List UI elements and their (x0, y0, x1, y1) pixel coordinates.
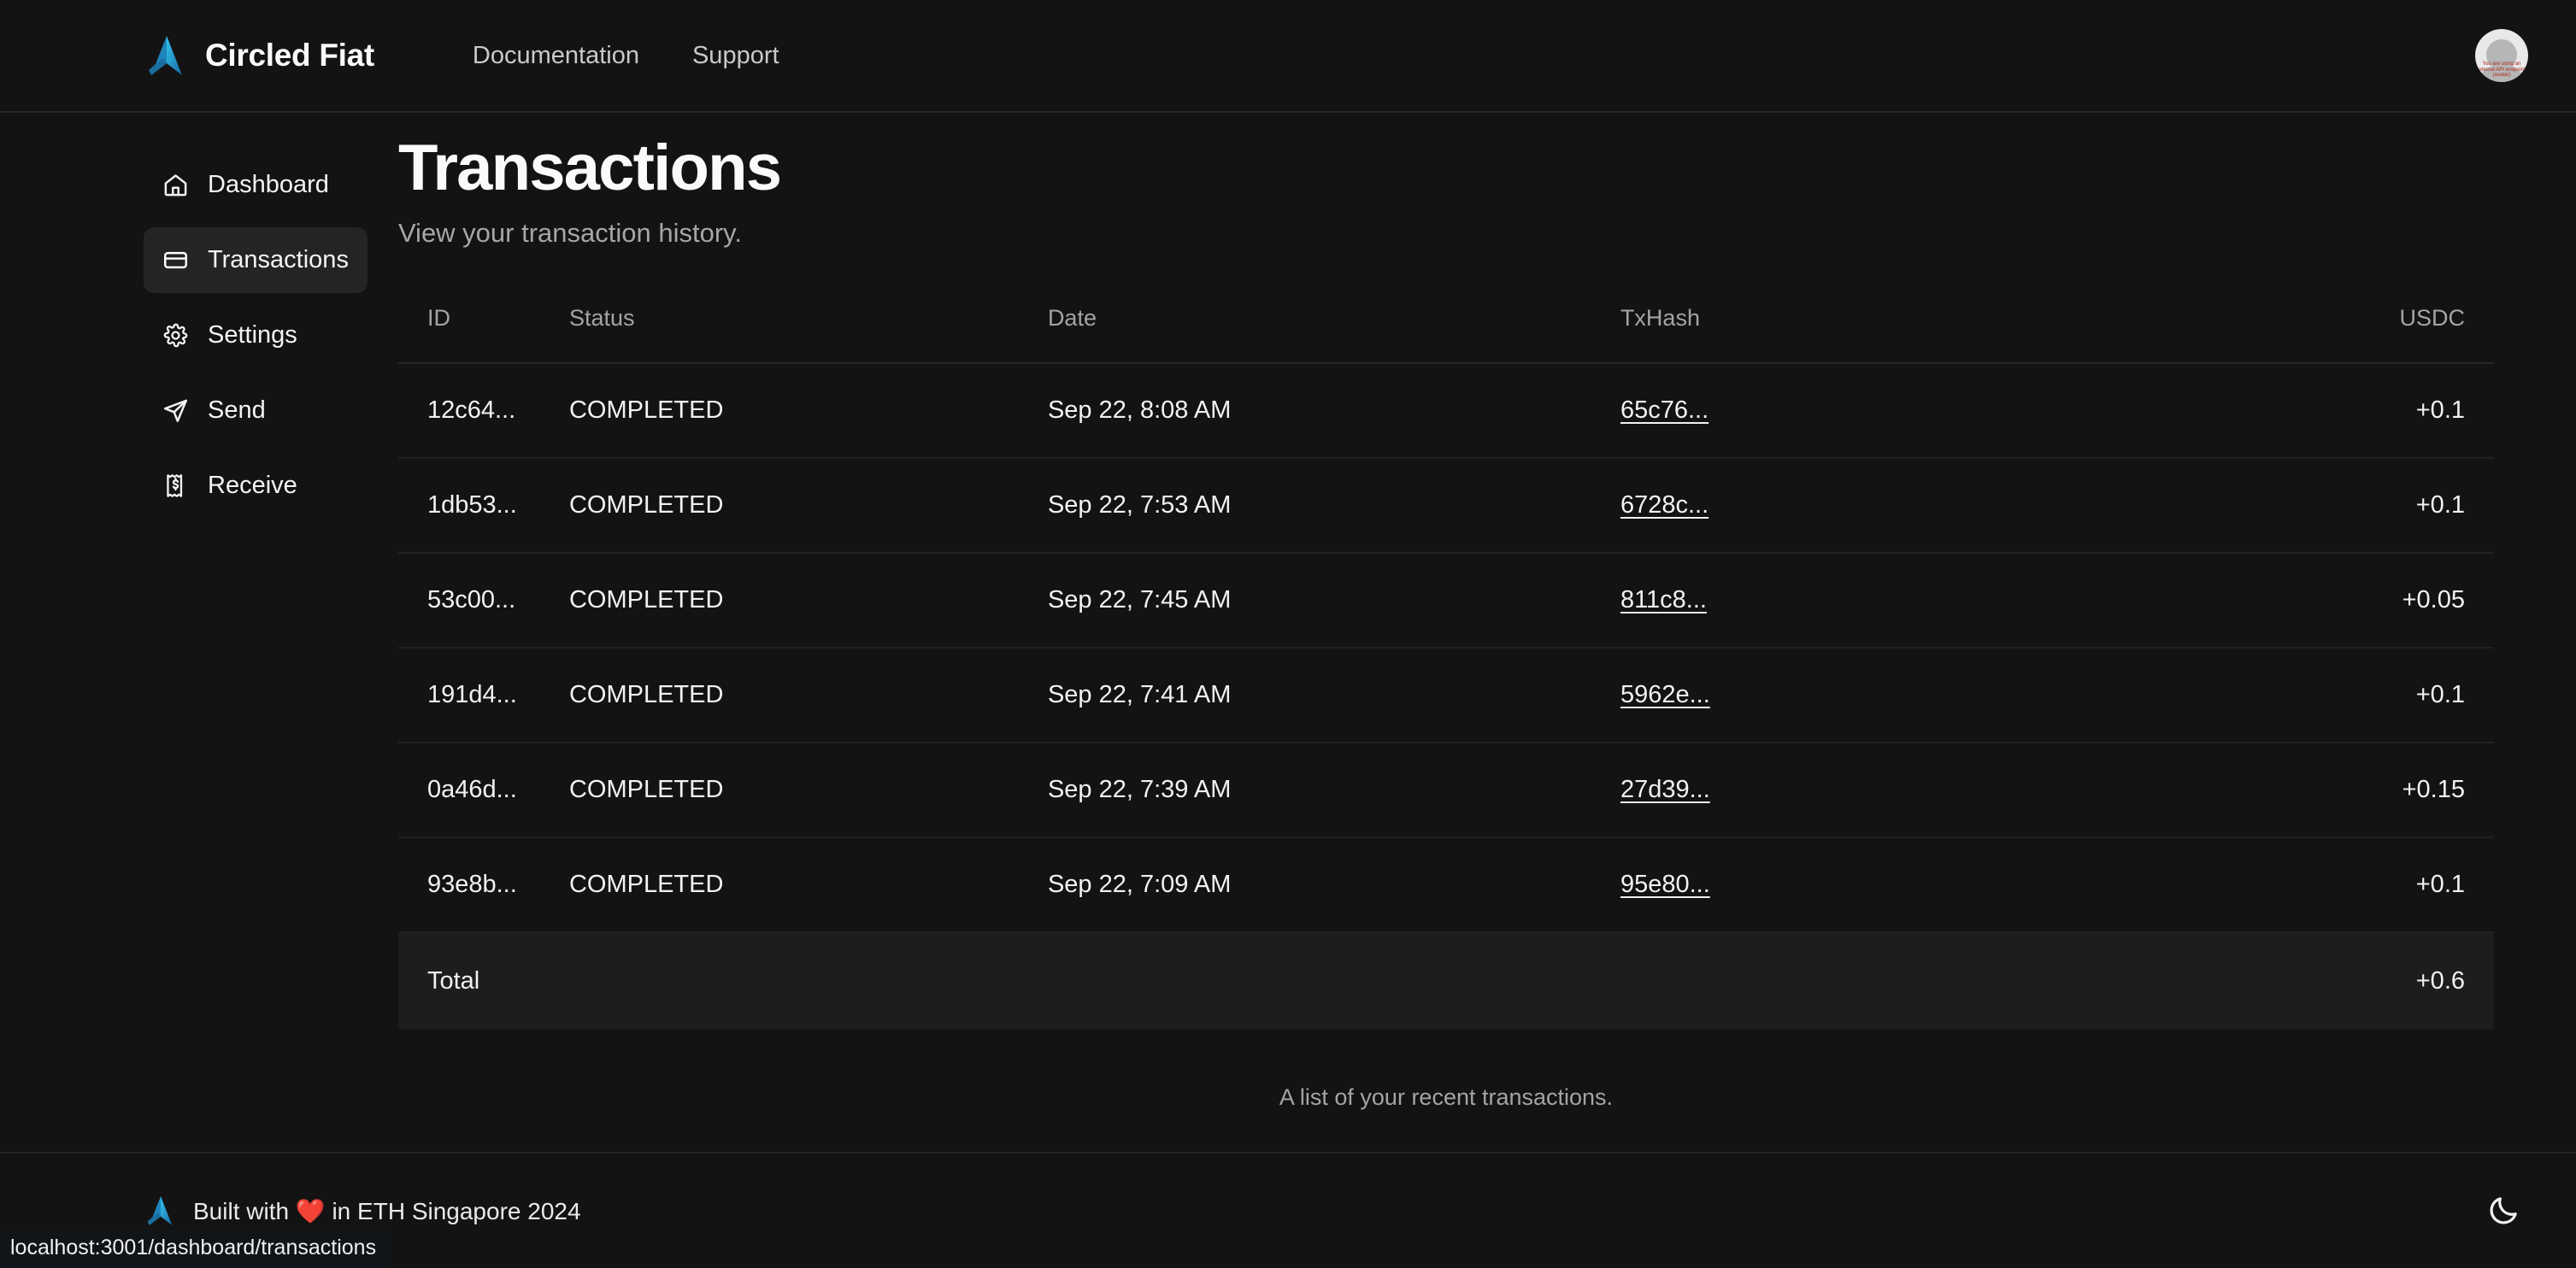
txhash-link[interactable]: 27d39... (1620, 776, 1710, 803)
column-header-usdc: USDC (2212, 305, 2494, 365)
moon-icon (2486, 1194, 2520, 1228)
cell-txhash: 95e80... (1620, 837, 2212, 934)
send-icon (162, 397, 189, 424)
cell-txhash: 65c76... (1620, 363, 2212, 460)
main-content: Transactions View your transaction histo… (397, 113, 2576, 1152)
cell-id: 0a46d... (397, 743, 569, 839)
txhash-link[interactable]: 6728c... (1620, 491, 1709, 519)
table-row[interactable]: 0a46d... COMPLETED Sep 22, 7:39 AM 27d39… (397, 743, 2494, 839)
column-header-id: ID (397, 305, 569, 365)
page-body: Dashboard Transactions Settings Send Rec… (0, 113, 2576, 1152)
cell-usdc: +0.1 (2212, 648, 2494, 744)
cell-txhash: 27d39... (1620, 743, 2212, 839)
table-row[interactable]: 53c00... COMPLETED Sep 22, 7:45 AM 811c8… (397, 553, 2494, 649)
table-header-row: ID Status Date TxHash USDC (397, 305, 2494, 365)
nav-link-support[interactable]: Support (692, 42, 779, 70)
sidebar: Dashboard Transactions Settings Send Rec… (0, 113, 398, 1152)
sidebar-item-receive[interactable]: Receive (144, 453, 368, 519)
cell-txhash: 5962e... (1620, 648, 2212, 744)
top-header: Circled Fiat Documentation Support You a… (0, 0, 2576, 113)
table-body: 12c64... COMPLETED Sep 22, 8:08 AM 65c76… (397, 363, 2494, 934)
table-caption: A list of your recent transactions. (1279, 1084, 1614, 1111)
table-row[interactable]: 12c64... COMPLETED Sep 22, 8:08 AM 65c76… (397, 363, 2494, 460)
table-footer: Total +0.6 (397, 932, 2494, 1030)
column-header-txhash: TxHash (1620, 305, 2212, 365)
arrow-logo-icon (144, 32, 190, 79)
sidebar-item-label: Settings (208, 321, 297, 349)
table-row[interactable]: 1db53... COMPLETED Sep 22, 7:53 AM 6728c… (397, 458, 2494, 555)
sidebar-item-dashboard[interactable]: Dashboard (144, 152, 368, 218)
txhash-link[interactable]: 5962e... (1620, 681, 1710, 708)
credit-card-icon (162, 247, 189, 273)
transactions-table: ID Status Date TxHash USDC 12c64... COMP… (397, 305, 2494, 1030)
sidebar-item-label: Dashboard (208, 171, 329, 198)
txhash-link[interactable]: 65c76... (1620, 396, 1709, 424)
cell-status: COMPLETED (568, 363, 1048, 460)
nav-link-documentation[interactable]: Documentation (473, 42, 639, 70)
cell-id: 191d4... (397, 648, 569, 744)
txhash-link[interactable]: 95e80... (1620, 871, 1710, 898)
cell-id: 1db53... (397, 458, 569, 555)
cell-status: COMPLETED (568, 458, 1048, 555)
app-root: Circled Fiat Documentation Support You a… (0, 0, 2576, 1268)
sidebar-item-label: Receive (208, 472, 297, 499)
cell-id: 12c64... (397, 363, 569, 460)
cell-date: Sep 22, 8:08 AM (1047, 363, 1620, 460)
cell-id: 93e8b... (397, 837, 569, 934)
receipt-icon (162, 473, 189, 499)
sidebar-item-label: Transactions (208, 246, 349, 273)
cell-usdc: +0.15 (2212, 743, 2494, 839)
arrow-logo-icon (144, 1194, 178, 1228)
cell-usdc: +0.1 (2212, 458, 2494, 555)
sidebar-item-settings[interactable]: Settings (144, 302, 368, 368)
sidebar-item-send[interactable]: Send (144, 378, 368, 443)
brand-name: Circled Fiat (205, 38, 374, 73)
cell-usdc: +0.1 (2212, 837, 2494, 934)
cell-date: Sep 22, 7:39 AM (1047, 743, 1620, 839)
footer-brand: Built with ❤️ in ETH Singapore 2024 (144, 1194, 581, 1228)
footer-text: Built with ❤️ in ETH Singapore 2024 (193, 1197, 581, 1224)
sidebar-item-transactions[interactable]: Transactions (144, 227, 368, 293)
column-header-date: Date (1047, 305, 1620, 365)
theme-toggle-button[interactable] (2479, 1186, 2528, 1236)
total-blank-status (568, 932, 1048, 1030)
cell-usdc: +0.1 (2212, 363, 2494, 460)
table-row[interactable]: 191d4... COMPLETED Sep 22, 7:41 AM 5962e… (397, 648, 2494, 744)
cell-status: COMPLETED (568, 837, 1048, 934)
cell-id: 53c00... (397, 553, 569, 649)
avatar[interactable]: You are using an external API endpoint. … (2475, 29, 2528, 82)
page-subtitle: View your transaction history. (397, 218, 742, 249)
brand[interactable]: Circled Fiat (144, 32, 374, 79)
sidebar-item-label: Send (208, 396, 266, 424)
cell-date: Sep 22, 7:09 AM (1047, 837, 1620, 934)
cell-status: COMPLETED (568, 743, 1048, 839)
table-header: ID Status Date TxHash USDC (397, 305, 2494, 365)
cell-status: COMPLETED (568, 648, 1048, 744)
column-header-status: Status (568, 305, 1048, 365)
cell-date: Sep 22, 7:53 AM (1047, 458, 1620, 555)
table-row[interactable]: 93e8b... COMPLETED Sep 22, 7:09 AM 95e80… (397, 837, 2494, 934)
total-blank-date (1047, 932, 1620, 1030)
cell-txhash: 811c8... (1620, 553, 2212, 649)
total-value: +0.6 (2212, 932, 2494, 1030)
cell-date: Sep 22, 7:41 AM (1047, 648, 1620, 744)
txhash-link[interactable]: 811c8... (1620, 586, 1707, 613)
total-row: Total +0.6 (397, 932, 2494, 1030)
cell-status: COMPLETED (568, 553, 1048, 649)
total-label: Total (397, 932, 569, 1030)
main-nav: Documentation Support (473, 42, 779, 70)
cell-usdc: +0.05 (2212, 553, 2494, 649)
avatar-overlay-text: You are using an external API endpoint. … (2476, 61, 2527, 79)
home-icon (162, 172, 189, 198)
page-title: Transactions (397, 132, 782, 204)
cell-txhash: 6728c... (1620, 458, 2212, 555)
gear-icon (162, 322, 189, 349)
status-bar-url: localhost:3001/dashboard/transactions (0, 1230, 392, 1268)
total-blank-hash (1620, 932, 2212, 1030)
cell-date: Sep 22, 7:45 AM (1047, 553, 1620, 649)
